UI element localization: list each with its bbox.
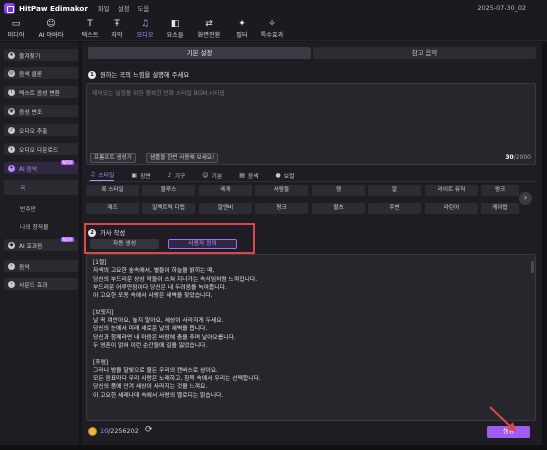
clone-icon: ◎: [8, 69, 15, 77]
menu-settings[interactable]: 설정: [118, 4, 130, 13]
sidebar-sub-song[interactable]: 곡: [4, 180, 78, 195]
app-logo-icon: [4, 3, 15, 14]
chevron-right-icon: ›: [8, 280, 15, 288]
chevron-right-icon: ›: [8, 262, 15, 270]
tool-text[interactable]: T 텍스트: [76, 19, 104, 40]
sidebar-item-audio-download[interactable]: ↓ 오디오 다운로드: [4, 143, 78, 155]
sidebar-item-tts[interactable]: T 텍스트 음성 변환: [4, 86, 78, 98]
text-icon: T: [87, 19, 93, 29]
tts-icon: T: [8, 88, 15, 96]
filter-icon: ✦: [238, 19, 246, 29]
app-name: HitPaw Edimakor: [19, 4, 88, 13]
sidebar-item-ai-sfx[interactable]: ◆ AI 효과음 NEW: [4, 237, 78, 251]
sidebar-sub-accompaniment[interactable]: 반주만: [4, 201, 78, 216]
tool-media[interactable]: ▭ 미디어: [2, 19, 30, 40]
project-date: 2025-07-30_02: [477, 4, 526, 12]
main-toolbar: ▭ 미디어 ☺ AI 아바타 T 텍스트 Ŧ 자막 ♫ 오디오 ◧ 요소들 ⇄ 화면전환 ✦ 필…: [0, 17, 547, 41]
sidebar-item-favorites[interactable]: ★ 즐겨찾기: [4, 49, 78, 61]
new-badge: NEW: [60, 237, 74, 242]
tool-elements[interactable]: ◧ 요소들: [161, 19, 189, 40]
elements-icon: ◧: [170, 19, 180, 29]
voice-changer-icon: ◉: [8, 107, 15, 115]
tool-audio[interactable]: ♫ 오디오: [131, 19, 159, 40]
sidebar-item-audio-extract[interactable]: ♪ 오디오 추출: [4, 124, 78, 136]
sidebar-item-voice-changer[interactable]: ◉ 음성 변조: [4, 105, 78, 117]
sidebar-item-sound-effects[interactable]: › 사운드 효과: [4, 278, 78, 290]
transition-icon: ⇄: [205, 19, 213, 29]
new-badge: NEW: [60, 160, 74, 165]
menu-file[interactable]: 파일: [98, 4, 110, 13]
folder-icon: ▭: [11, 19, 21, 29]
music-note-icon: ♫: [140, 19, 150, 29]
sidebar-item-ai-music[interactable]: ✦ AI 음악 NEW: [4, 160, 78, 174]
download-icon: ↓: [8, 145, 15, 153]
tool-ai-avatar[interactable]: ☺ AI 아바타: [37, 19, 65, 40]
sidebar-item-voice-clone[interactable]: ◎ 음색 클론: [4, 67, 78, 79]
audio-sidebar: ★ 즐겨찾기 ◎ 음색 클론 T 텍스트 음성 변환 ◉ 음성 변조 ♪ 오디오 추출 ↓…: [0, 42, 79, 445]
avatar-icon: ☺: [46, 19, 56, 29]
tool-effects[interactable]: ✧ 특수효과: [258, 19, 286, 40]
sidebar-sub-my-creations[interactable]: 나의 창작물: [4, 219, 78, 234]
ai-music-panel: 기본 설정 참고 음악 1 원하는 곡의 느낌을 설명해 주세요 재미있는 실험…: [82, 42, 542, 445]
title-bar: HitPaw Edimakor 파일 설정 도움 2025-07-30_02: [0, 0, 547, 17]
status-bar: [0, 445, 547, 450]
sidebar-item-music[interactable]: › 음악: [4, 260, 78, 272]
menu-help[interactable]: 도움: [137, 4, 149, 13]
tool-transition[interactable]: ⇄ 화면전환: [195, 19, 223, 40]
subtitle-icon: Ŧ: [114, 19, 120, 29]
star-icon: ★: [8, 51, 15, 59]
pointer-arrow-icon: [489, 406, 516, 432]
ai-sfx-icon: ◆: [8, 241, 15, 249]
ai-music-icon: ✦: [8, 164, 15, 172]
effects-icon: ✧: [268, 19, 276, 29]
tool-subtitle[interactable]: Ŧ 자막: [103, 19, 131, 40]
microphone-icon: ♪: [8, 126, 15, 134]
right-edge-panel: [542, 42, 547, 445]
tool-filter[interactable]: ✦ 필터: [228, 19, 256, 40]
